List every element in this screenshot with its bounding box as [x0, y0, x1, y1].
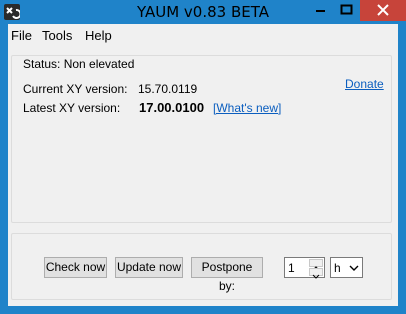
- latest-version-value: 17.00.0100: [139, 100, 205, 115]
- minimize-button[interactable]: [307, 0, 333, 20]
- check-now-button[interactable]: Check now: [44, 257, 107, 278]
- close-icon: [377, 4, 389, 16]
- maximize-icon: [340, 4, 353, 15]
- current-version-value: 15.70.0119: [138, 82, 198, 96]
- version-panel: [11, 55, 392, 223]
- whats-new-link[interactable]: [What's new]: [213, 101, 281, 115]
- minimize-icon: [316, 10, 325, 12]
- status-text: Status: Non elevated: [23, 57, 135, 71]
- spinner-buttons: [309, 259, 323, 279]
- menu-tools[interactable]: Tools: [42, 28, 72, 43]
- postpone-amount-value[interactable]: 1: [288, 261, 295, 275]
- postpone-unit-select[interactable]: h: [330, 257, 363, 278]
- spin-up-button[interactable]: [309, 259, 323, 271]
- postpone-unit-value: h: [334, 261, 341, 275]
- menu-help[interactable]: Help: [85, 28, 112, 43]
- client-area: File Tools Help Status: Non elevated Cur…: [8, 24, 398, 306]
- chevron-down-icon: [312, 274, 320, 279]
- close-button[interactable]: [360, 0, 406, 21]
- app-window: YAUM v0.83 BETA File Tools Help Status: …: [0, 0, 406, 314]
- postpone-button[interactable]: Postpone by:: [191, 257, 263, 293]
- update-now-button[interactable]: Update now: [115, 257, 183, 278]
- maximize-button[interactable]: [333, 0, 360, 20]
- title-bar[interactable]: YAUM v0.83 BETA: [0, 0, 406, 24]
- spin-down-button[interactable]: [309, 268, 323, 279]
- menu-bar: File Tools Help: [8, 24, 398, 46]
- dropdown-arrow-icon: [349, 265, 359, 271]
- current-version-label: Current XY version:: [23, 82, 128, 96]
- postpone-amount-stepper[interactable]: 1: [284, 257, 325, 279]
- donate-link[interactable]: Donate: [345, 77, 384, 91]
- menu-file[interactable]: File: [11, 28, 32, 43]
- latest-version-label: Latest XY version:: [23, 101, 121, 115]
